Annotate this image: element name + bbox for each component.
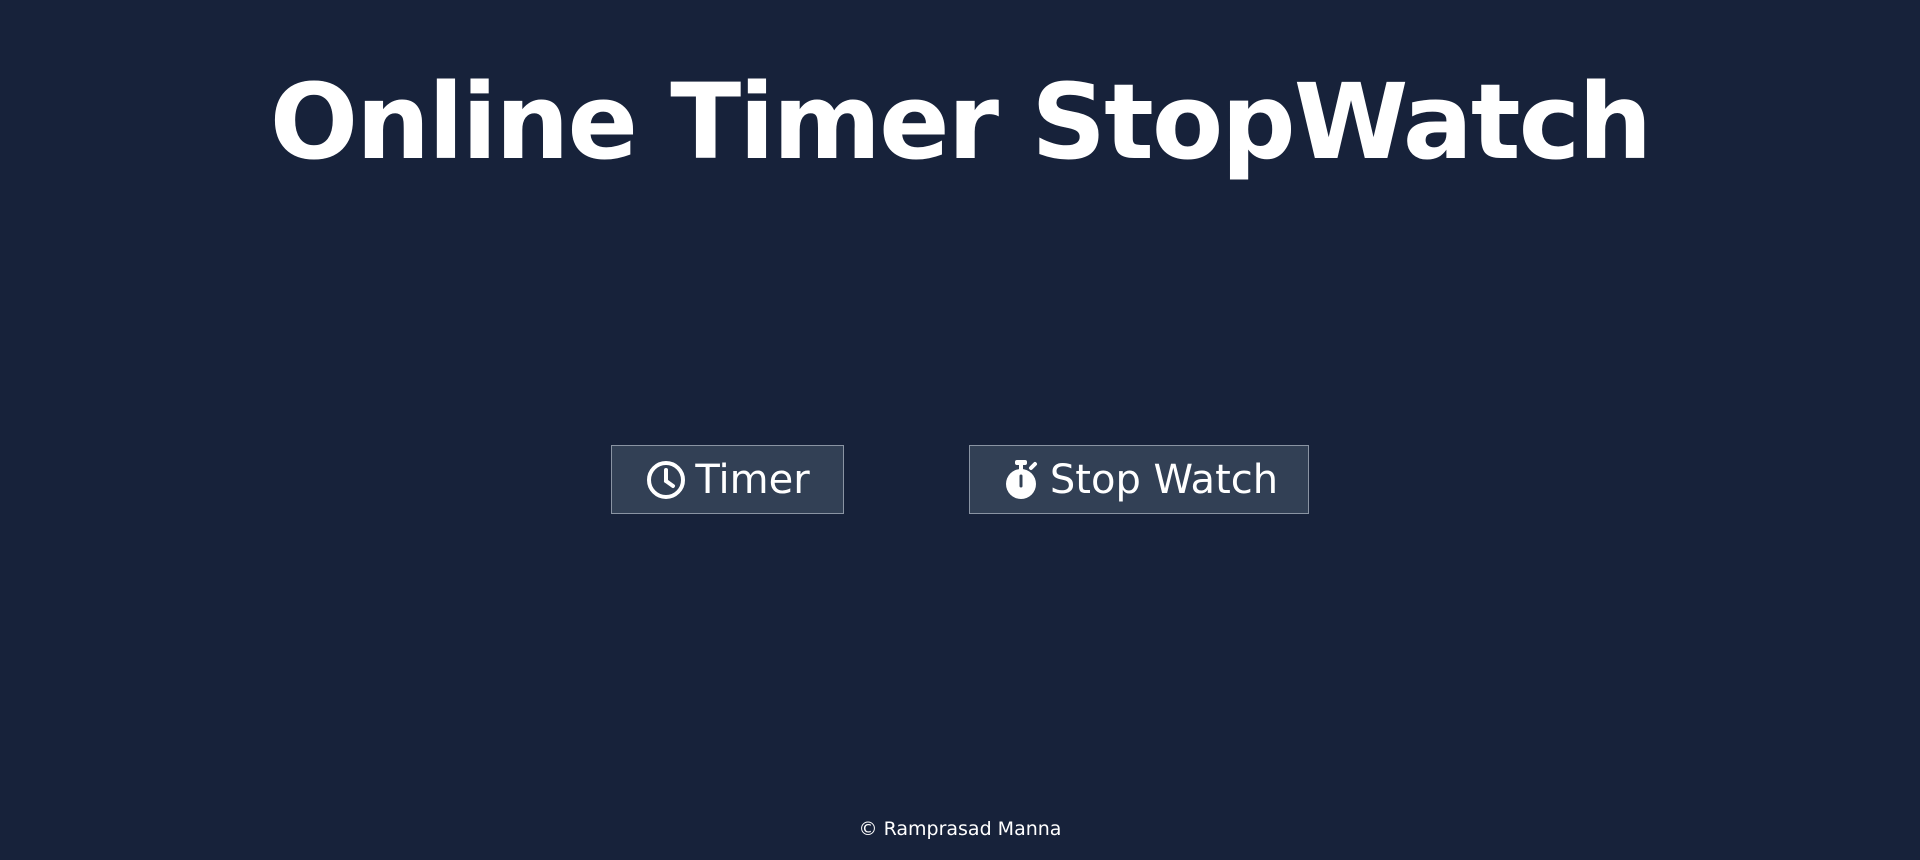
timer-button-label: Timer (695, 456, 810, 503)
clock-icon (645, 459, 687, 501)
page: Online Timer StopWatch Timer Stop Watch … (0, 0, 1920, 860)
stopwatch-button[interactable]: Stop Watch (969, 445, 1309, 514)
stopwatch-icon (1000, 459, 1042, 501)
copyright-footer: © Ramprasad Manna (858, 818, 1062, 840)
page-title: Online Timer StopWatch (269, 61, 1653, 183)
timer-button[interactable]: Timer (611, 445, 844, 514)
stopwatch-button-label: Stop Watch (1049, 456, 1279, 503)
